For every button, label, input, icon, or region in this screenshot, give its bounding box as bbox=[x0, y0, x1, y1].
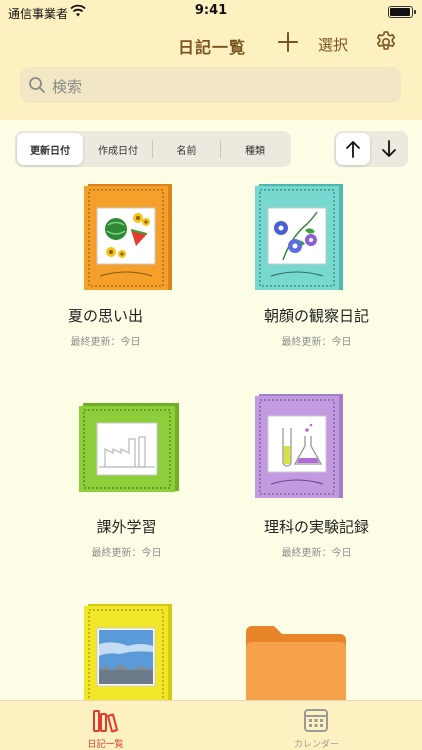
select-button[interactable]: 選択 bbox=[318, 34, 348, 55]
search-placeholder: 検索 bbox=[52, 78, 83, 96]
diary-updated-label: 最終更新：今日 bbox=[70, 337, 141, 348]
gear-icon[interactable] bbox=[374, 30, 398, 54]
diary-cover-field-trip[interactable] bbox=[79, 403, 179, 493]
search-icon bbox=[29, 77, 45, 93]
diary-title[interactable]: 朝顔の観察日記 bbox=[211, 305, 422, 326]
arrow-up-icon bbox=[346, 141, 360, 158]
diary-cover-science-lab[interactable] bbox=[255, 392, 345, 500]
sort-option-name[interactable]: 名前 bbox=[153, 133, 220, 165]
folder-icon[interactable] bbox=[244, 620, 348, 704]
tab-calendar[interactable]: カレンダー bbox=[211, 701, 422, 750]
diary-updated-label: 最終更新：今日 bbox=[281, 337, 352, 348]
add-diary-icon[interactable] bbox=[276, 30, 300, 54]
page-title: 日記一覧 bbox=[178, 38, 247, 57]
sort-order-control bbox=[334, 131, 408, 167]
tab-label: 日記一覧 bbox=[87, 740, 124, 750]
tab-diary-list[interactable]: 日記一覧 bbox=[0, 701, 211, 750]
sort-segmented-control: 更新日付 作成日付 名前 種類 bbox=[15, 131, 291, 167]
sort-option-created-date[interactable]: 作成日付 bbox=[84, 133, 152, 165]
battery-icon bbox=[388, 6, 416, 18]
bookshelf-icon bbox=[93, 710, 118, 733]
sort-option-updated-date[interactable]: 更新日付 bbox=[17, 133, 83, 165]
status-bar: 通信事業者 9:41 bbox=[0, 0, 422, 24]
search-input[interactable]: 検索 bbox=[20, 67, 401, 103]
clock: 9:41 bbox=[194, 3, 228, 18]
ascending-button[interactable] bbox=[336, 133, 370, 165]
diary-cover-morning-glory[interactable] bbox=[255, 182, 345, 292]
sort-option-type[interactable]: 種類 bbox=[221, 133, 289, 165]
tab-label: カレンダー bbox=[293, 740, 339, 750]
calendar-icon bbox=[304, 709, 328, 732]
diary-title[interactable]: 課外学習 bbox=[21, 516, 232, 537]
diary-cover-summer[interactable] bbox=[84, 182, 174, 292]
diary-updated-label: 最終更新：今日 bbox=[281, 548, 352, 559]
diary-cover-photo[interactable] bbox=[84, 604, 174, 704]
diary-title[interactable]: 理科の実験記録 bbox=[211, 516, 422, 537]
navigation-bar: 日記一覧 選択 検索 bbox=[0, 24, 422, 120]
tab-bar: 日記一覧 カレンダー bbox=[0, 700, 422, 750]
diary-title[interactable]: 夏の思い出 bbox=[0, 305, 211, 326]
diary-updated-label: 最終更新：今日 bbox=[91, 548, 162, 559]
descending-button[interactable] bbox=[372, 133, 406, 165]
arrow-down-icon bbox=[382, 140, 396, 157]
